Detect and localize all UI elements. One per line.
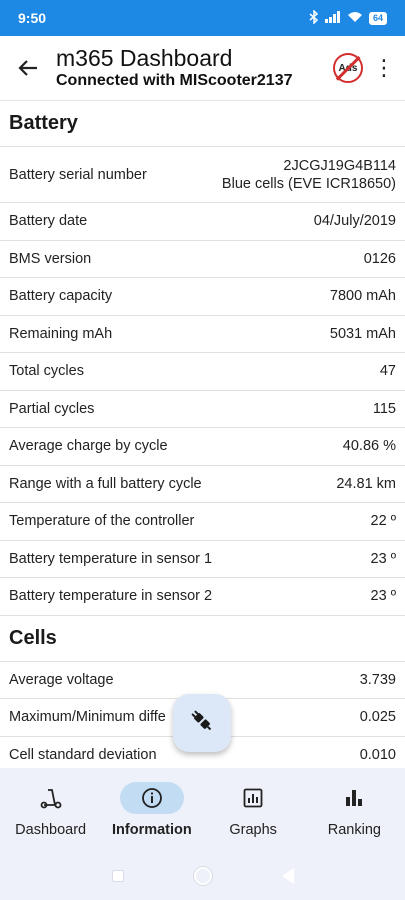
info-row: Battery temperature in sensor 1 23 º [0,541,405,578]
row-value: 7800 mAh [329,288,396,305]
bar-chart-icon [322,782,386,814]
row-value: 23 º [370,588,396,605]
row-label: Temperature of the controller [9,513,195,530]
row-label: Range with a full battery cycle [9,475,202,492]
page-title: m365 Dashboard [56,45,233,71]
section-battery-heading: Battery [0,101,405,147]
row-value: 0.010 [359,746,396,763]
status-icons: 64 [309,8,387,27]
recents-icon[interactable] [111,870,124,882]
nav-label: Information [112,822,192,838]
row-label: Average voltage [9,671,114,688]
nav-dashboard[interactable]: Dashboard [0,768,101,852]
scooter-icon [19,782,83,814]
row-label: Partial cycles [9,400,95,417]
row-value: 22 º [370,513,396,530]
wifi-icon [347,11,363,26]
row-label: Battery date [9,213,88,230]
more-menu-icon[interactable]: ⋮ [369,48,399,88]
row-value: 24.81 km [336,475,396,492]
nav-label: Ranking [327,822,381,838]
row-label: Average charge by cycle [9,438,168,455]
nav-label: Dashboard [15,822,87,838]
row-value: 40.86 % [342,438,396,455]
row-label: Total cycles [9,363,84,380]
row-label: Battery serial number [9,166,147,183]
info-row: BMS version 0126 [0,241,405,278]
bluetooth-icon [309,8,319,27]
back-arrow-icon[interactable] [0,36,56,100]
nav-label: Graphs [229,822,277,838]
app-bar: m365 Dashboard Connected with MIScooter2… [0,36,405,100]
connect-plug-button[interactable] [173,694,231,752]
info-icon [119,782,184,814]
row-value: 04/July/2019 [313,213,396,230]
nav-graphs[interactable]: Graphs [203,768,304,852]
row-value: 23 º [370,550,396,567]
nav-information[interactable]: Information [101,768,202,852]
home-icon[interactable] [193,867,212,885]
signal-icon [324,10,341,26]
no-ads-icon: Ads [338,62,358,74]
info-row: Temperature of the controller 22 º [0,503,405,541]
row-value: 3.739 [359,671,396,688]
info-row: Remaining mAh 5031 mAh [0,316,405,353]
row-label: BMS version [9,250,92,267]
info-row: Average charge by cycle 40.86 % [0,428,405,466]
status-bar: 9:50 64 [0,0,405,36]
connection-status: Connected with MIScooter2137 [56,72,293,89]
info-row: Battery date 04/July/2019 [0,203,405,241]
row-value: 2JCGJ19G4B114 Blue cells (EVE ICR18650) [222,157,396,193]
chart-icon [221,782,285,814]
cell-type: Blue cells (EVE ICR18650) [221,175,396,192]
row-label: Battery temperature in sensor 1 [9,550,213,567]
row-value: 47 [379,363,396,380]
row-value: 115 [372,400,396,417]
information-list[interactable]: Battery Battery serial number 2JCGJ19G4B… [0,100,405,768]
battery-serial-row: Battery serial number 2JCGJ19G4B114 Blue… [0,147,405,203]
info-row: Battery capacity 7800 mAh [0,278,405,316]
section-cells-heading: Cells [0,616,405,662]
row-label: Remaining mAh [9,325,113,342]
row-label: Maximum/Minimum diffe [9,709,166,726]
info-row: Range with a full battery cycle 24.81 km [0,466,405,503]
nav-ranking[interactable]: Ranking [304,768,405,852]
info-row: Total cycles 47 [0,353,405,391]
row-label: Battery temperature in sensor 2 [9,588,213,605]
row-value: 0.025 [359,709,396,726]
title-block: m365 Dashboard Connected with MIScooter2… [56,45,333,91]
clock: 9:50 [18,10,47,26]
row-label: Battery capacity [9,288,113,305]
system-back-icon[interactable] [281,868,294,884]
row-value: 0126 [363,250,396,267]
battery-icon: 64 [368,11,387,25]
bottom-navigation: Dashboard Information Graphs Ranking [0,768,405,852]
serial-number: 2JCGJ19G4B114 [283,157,396,174]
row-value: 5031 mAh [329,325,396,342]
info-row: Partial cycles 115 [0,391,405,428]
row-label: Cell standard deviation [9,746,157,763]
system-navigation-bar [0,852,405,900]
remove-ads-button[interactable]: Ads [333,53,363,83]
plug-icon [189,708,215,739]
info-row: Battery temperature in sensor 2 23 º [0,578,405,616]
